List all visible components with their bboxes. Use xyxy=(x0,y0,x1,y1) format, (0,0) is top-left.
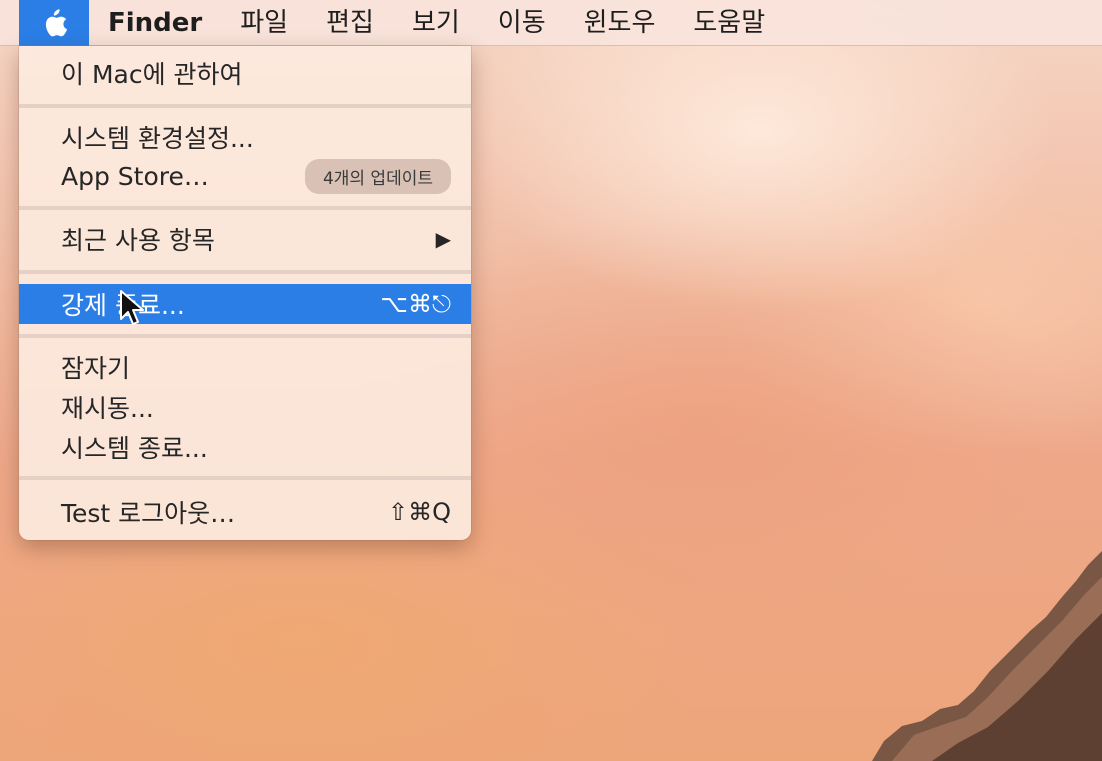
menu-item-restart[interactable]: 재시동... xyxy=(19,387,471,427)
menu-item-recent-items[interactable]: 최근 사용 항목 ▶ xyxy=(19,219,471,259)
menu-separator xyxy=(19,104,471,108)
submenu-arrow-icon: ▶ xyxy=(435,227,451,251)
menubar-item-help[interactable]: 도움말 xyxy=(674,0,784,46)
menu-item-label: 이 Mac에 관하여 xyxy=(61,60,243,89)
menu-bar: Finder 파일 편집 보기 이동 윈도우 도움말 xyxy=(0,0,1102,46)
menu-separator xyxy=(19,334,471,338)
menu-item-force-quit[interactable]: 강제 종료... ⌥⌘⎋ xyxy=(19,284,471,324)
menu-item-label: 강제 종료... xyxy=(61,291,185,320)
menu-separator xyxy=(19,270,471,274)
menu-separator xyxy=(19,476,471,480)
wallpaper-cliff xyxy=(872,551,1102,761)
apple-menu-button[interactable] xyxy=(19,0,89,46)
menubar-item-edit[interactable]: 편집 xyxy=(307,0,393,46)
menu-item-label: 최근 사용 항목 xyxy=(61,226,215,255)
menubar-item-go[interactable]: 이동 xyxy=(479,0,565,46)
menu-item-label: 재시동... xyxy=(61,394,154,423)
menu-item-label: 시스템 환경설정... xyxy=(61,124,254,153)
apple-icon xyxy=(45,8,68,36)
menu-item-label: App Store… xyxy=(61,161,209,191)
menu-item-label: 잠자기 xyxy=(61,354,131,383)
keyboard-shortcut: ⌥⌘⎋ xyxy=(380,290,451,318)
apple-menu-dropdown: 이 Mac에 관하여 시스템 환경설정... App Store… 4개의 업데… xyxy=(19,46,471,540)
menu-item-label: 시스템 종료... xyxy=(61,434,208,463)
menu-item-system-preferences[interactable]: 시스템 환경설정... xyxy=(19,117,471,157)
menu-item-sleep[interactable]: 잠자기 xyxy=(19,347,471,387)
menu-item-logout[interactable]: Test 로그아웃… ⇧⌘Q xyxy=(19,492,471,532)
menu-item-label: Test 로그아웃… xyxy=(61,499,236,528)
update-count-badge: 4개의 업데이트 xyxy=(304,158,451,194)
mouse-pointer-icon xyxy=(120,290,144,325)
menu-item-about-this-mac[interactable]: 이 Mac에 관하여 xyxy=(19,53,471,93)
menu-item-app-store[interactable]: App Store… 4개의 업데이트 xyxy=(19,156,471,196)
menubar-app-name[interactable]: Finder xyxy=(89,0,221,46)
menubar-item-window[interactable]: 윈도우 xyxy=(565,0,675,46)
menubar-item-file[interactable]: 파일 xyxy=(221,0,307,46)
menu-separator xyxy=(19,206,471,210)
menu-item-shutdown[interactable]: 시스템 종료... xyxy=(19,427,471,467)
keyboard-shortcut: ⇧⌘Q xyxy=(388,498,451,526)
menubar-item-view[interactable]: 보기 xyxy=(393,0,479,46)
